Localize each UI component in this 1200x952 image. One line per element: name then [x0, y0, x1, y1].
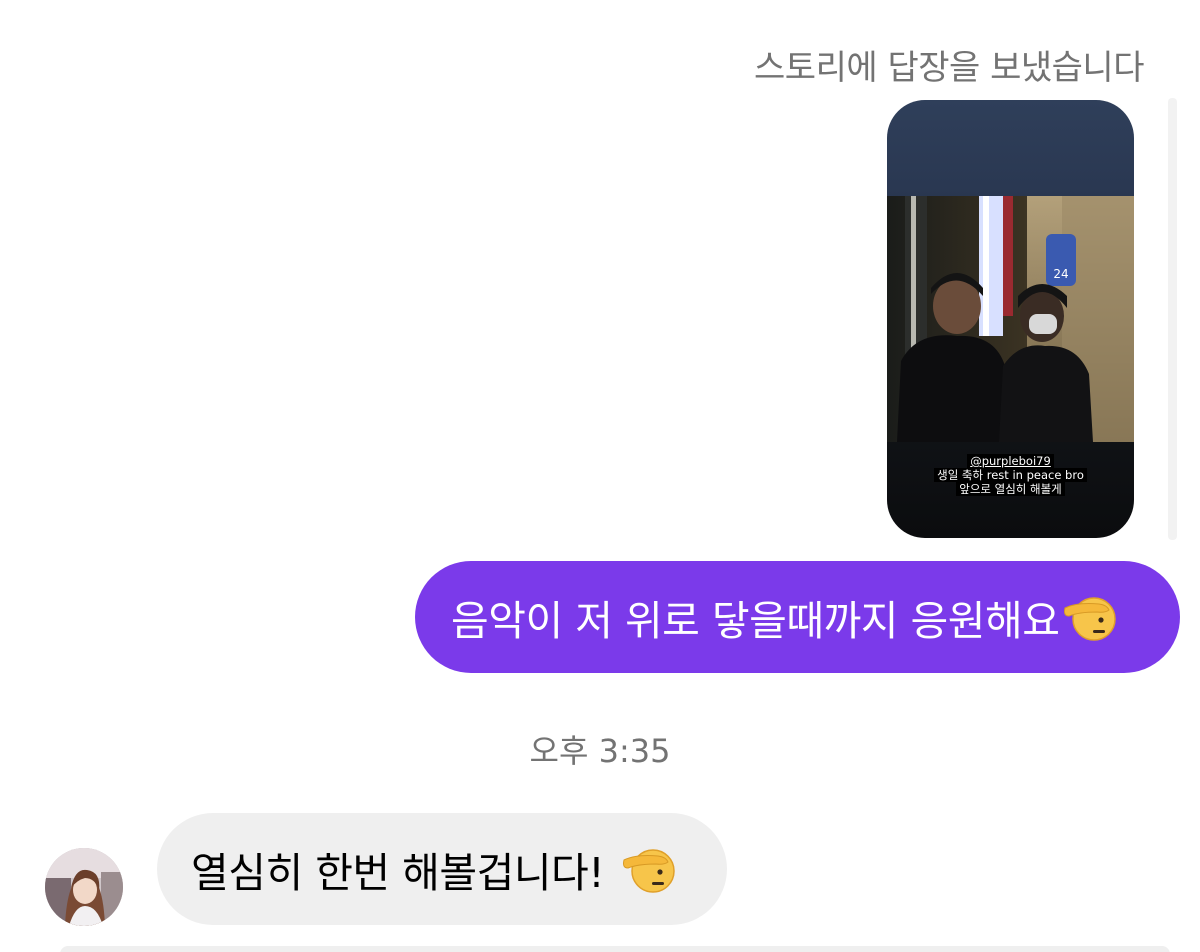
message-timestamp: 오후 3:35 [529, 732, 671, 770]
saluting-face-icon [1063, 590, 1117, 644]
outgoing-message-text: 음악이 저 위로 닿을때까지 응원해요 [451, 597, 1060, 645]
scrollbar[interactable] [1168, 98, 1177, 540]
story-preview-card[interactable]: 24 @purpleboi79 생일 축하 rest in peace bro … [887, 100, 1134, 538]
user-avatar[interactable] [45, 848, 123, 926]
story-caption-line: 생일 축하 rest in peace bro [934, 468, 1087, 482]
saluting-face-icon [622, 842, 676, 896]
story-caption-line: 앞으로 열심히 해볼게 [956, 482, 1065, 496]
next-message-edge [60, 946, 1170, 952]
story-photo: 24 [887, 196, 1134, 442]
svg-text:24: 24 [1053, 267, 1068, 281]
incoming-message-bubble[interactable]: 열심히 한번 해볼겁니다! [157, 813, 727, 925]
outgoing-message-bubble[interactable]: 음악이 저 위로 닿을때까지 응원해요 [415, 561, 1180, 673]
incoming-message-text: 열심히 한번 해볼겁니다! [191, 849, 605, 897]
dm-thread: 스토리에 답장을 보냈습니다 24 @purpleboi79 생일 축하 res… [0, 0, 1200, 952]
story-reply-note: 스토리에 답장을 보냈습니다 [754, 48, 1144, 88]
story-caption: @purpleboi79 생일 축하 rest in peace bro 앞으로… [887, 454, 1134, 496]
story-caption-mention[interactable]: @purpleboi79 [967, 454, 1054, 468]
